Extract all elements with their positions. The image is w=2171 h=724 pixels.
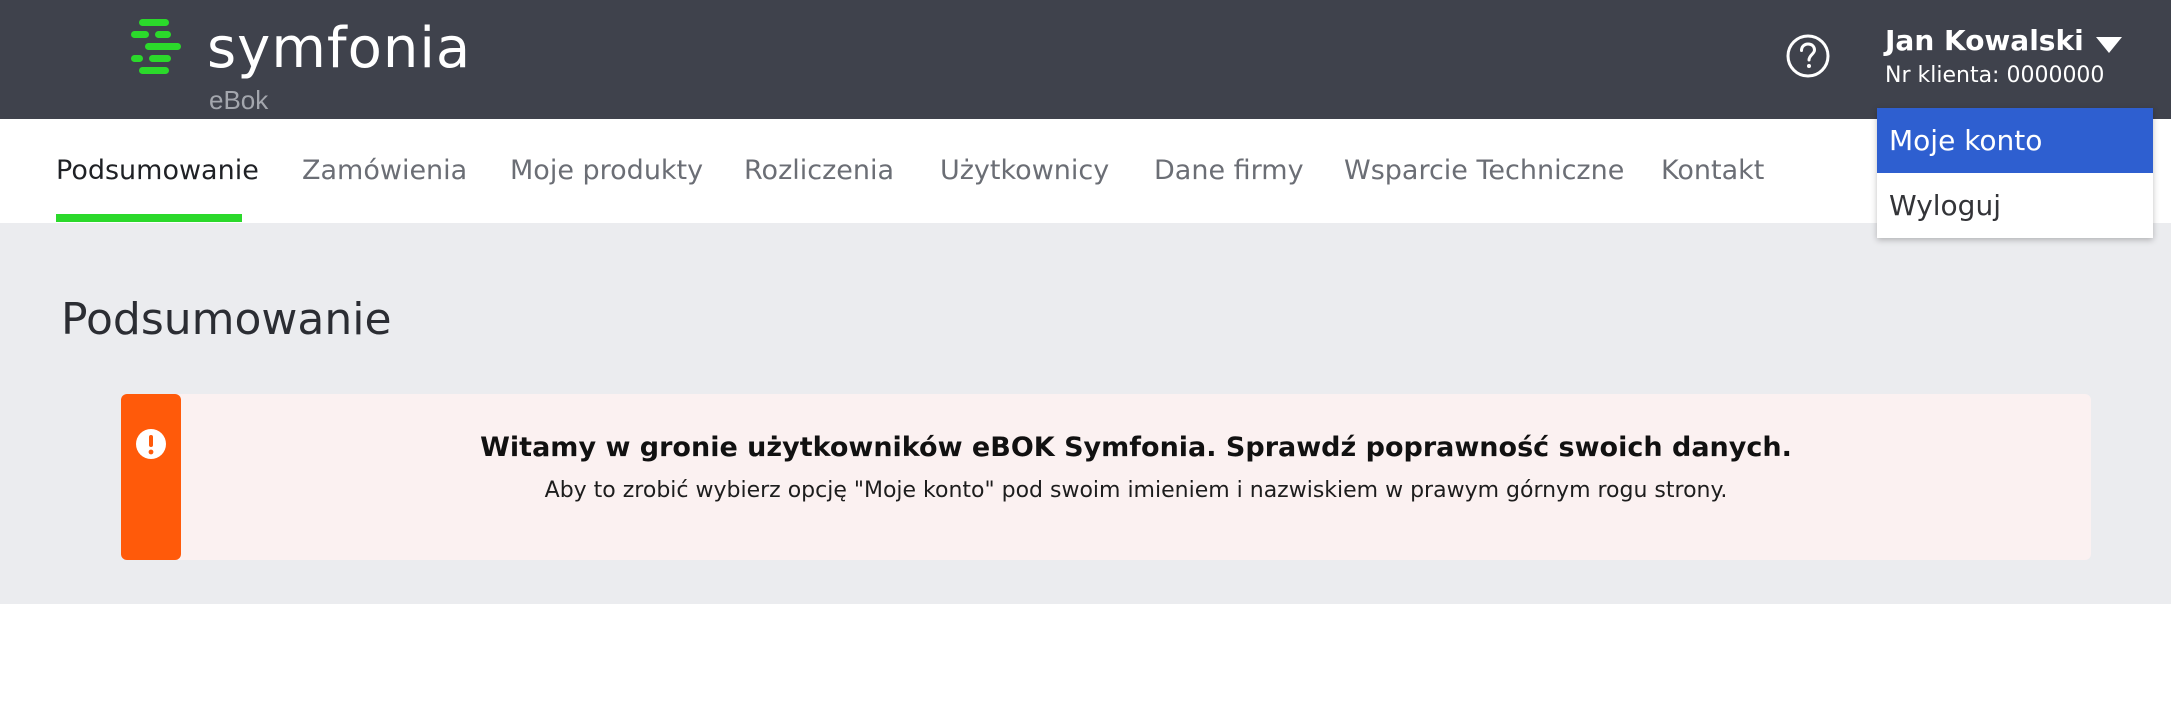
page-title: Podsumowanie [61,294,392,345]
menu-item-wyloguj[interactable]: Wyloguj [1877,173,2153,238]
tab-podsumowanie[interactable]: Podsumowanie [56,119,259,223]
menu-item-moje-konto[interactable]: Moje konto [1877,108,2153,173]
question-circle-icon[interactable] [1785,33,1831,79]
tab-moje-produkty[interactable]: Moje produkty [510,119,703,223]
alert-title: Witamy w gronie użytkowników eBOK Symfon… [480,432,1792,463]
user-name[interactable]: Jan Kowalski [1885,24,2084,58]
tab-rozliczenia[interactable]: Rozliczenia [744,119,894,223]
user-menu-dropdown: Moje konto Wyloguj [1877,108,2153,238]
exclamation-circle-icon [136,429,166,459]
client-number: Nr klienta: 0000000 [1885,63,2105,88]
symfonia-logo-icon[interactable] [131,19,187,77]
logo-text[interactable]: symfonia [207,16,471,82]
active-tab-indicator [56,214,242,222]
logo-subtitle: eBok [209,85,269,115]
caret-down-icon[interactable] [2096,37,2122,53]
tab-uzytkownicy[interactable]: Użytkownicy [940,119,1109,223]
alert-message: Aby to zrobić wybierz opcję "Moje konto"… [544,478,1728,503]
main-nav: Podsumowanie Zamówienia Moje produkty Ro… [0,119,2171,223]
alert-accent-bar [121,394,181,560]
tab-kontakt[interactable]: Kontakt [1661,119,1764,223]
tab-dane-firmy[interactable]: Dane firmy [1154,119,1304,223]
tab-zamowienia[interactable]: Zamówienia [302,119,467,223]
tab-wsparcie-techniczne[interactable]: Wsparcie Techniczne [1344,119,1624,223]
